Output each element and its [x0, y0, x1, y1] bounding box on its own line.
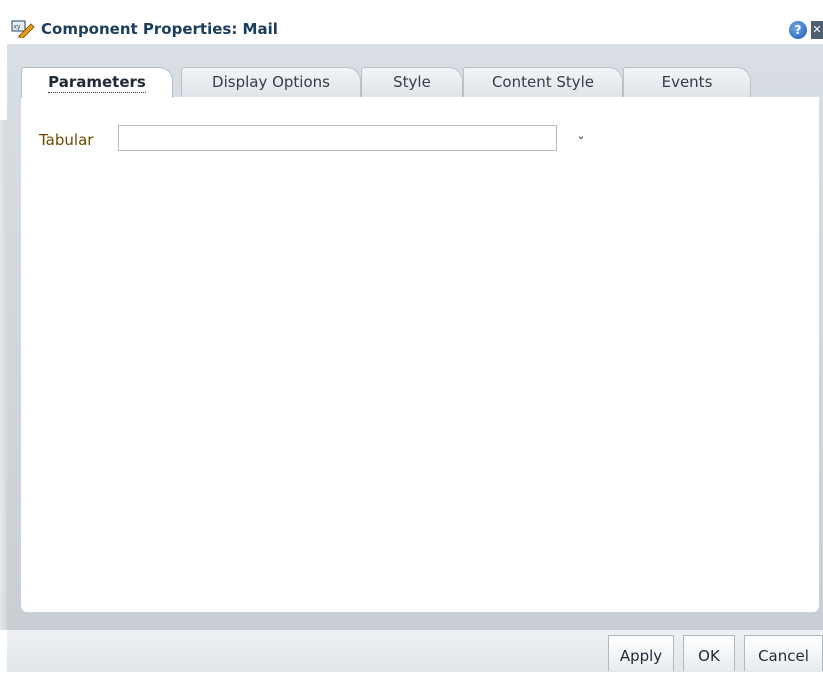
tab-events[interactable]: Events — [623, 67, 751, 97]
component-properties-dialog: xy Component Properties: Mail ? ✕ Parame… — [0, 0, 823, 672]
tab-style-label: Style — [393, 73, 431, 91]
tab-display-options[interactable]: Display Options — [181, 67, 361, 97]
tab-parameters[interactable]: Parameters — [21, 67, 173, 98]
tab-content-style-label: Content Style — [491, 73, 595, 91]
tab-content-style[interactable]: Content Style — [463, 67, 623, 97]
apply-button[interactable]: Apply — [608, 635, 674, 671]
tab-parameters-label: Parameters — [48, 73, 146, 93]
tabular-label: Tabular — [39, 131, 94, 149]
dialog-title: Component Properties: Mail — [41, 20, 278, 38]
tab-events-label: Events — [661, 73, 713, 91]
parameters-panel — [21, 97, 819, 612]
cancel-button[interactable]: Cancel — [744, 635, 823, 671]
tabular-input[interactable] — [118, 125, 557, 151]
close-icon[interactable]: ✕ — [811, 21, 823, 39]
tab-style[interactable]: Style — [361, 67, 463, 97]
title-bar: xy Component Properties: Mail ? ✕ — [0, 0, 823, 42]
ok-button[interactable]: OK — [683, 635, 735, 671]
pencil-edit-icon: xy — [11, 20, 35, 38]
tab-display-options-label: Display Options — [212, 73, 330, 91]
left-edge-strip — [0, 120, 7, 630]
help-icon[interactable]: ? — [789, 21, 807, 39]
chevron-down-icon[interactable]: ⌄ — [574, 129, 588, 143]
svg-text:xy: xy — [14, 24, 22, 31]
